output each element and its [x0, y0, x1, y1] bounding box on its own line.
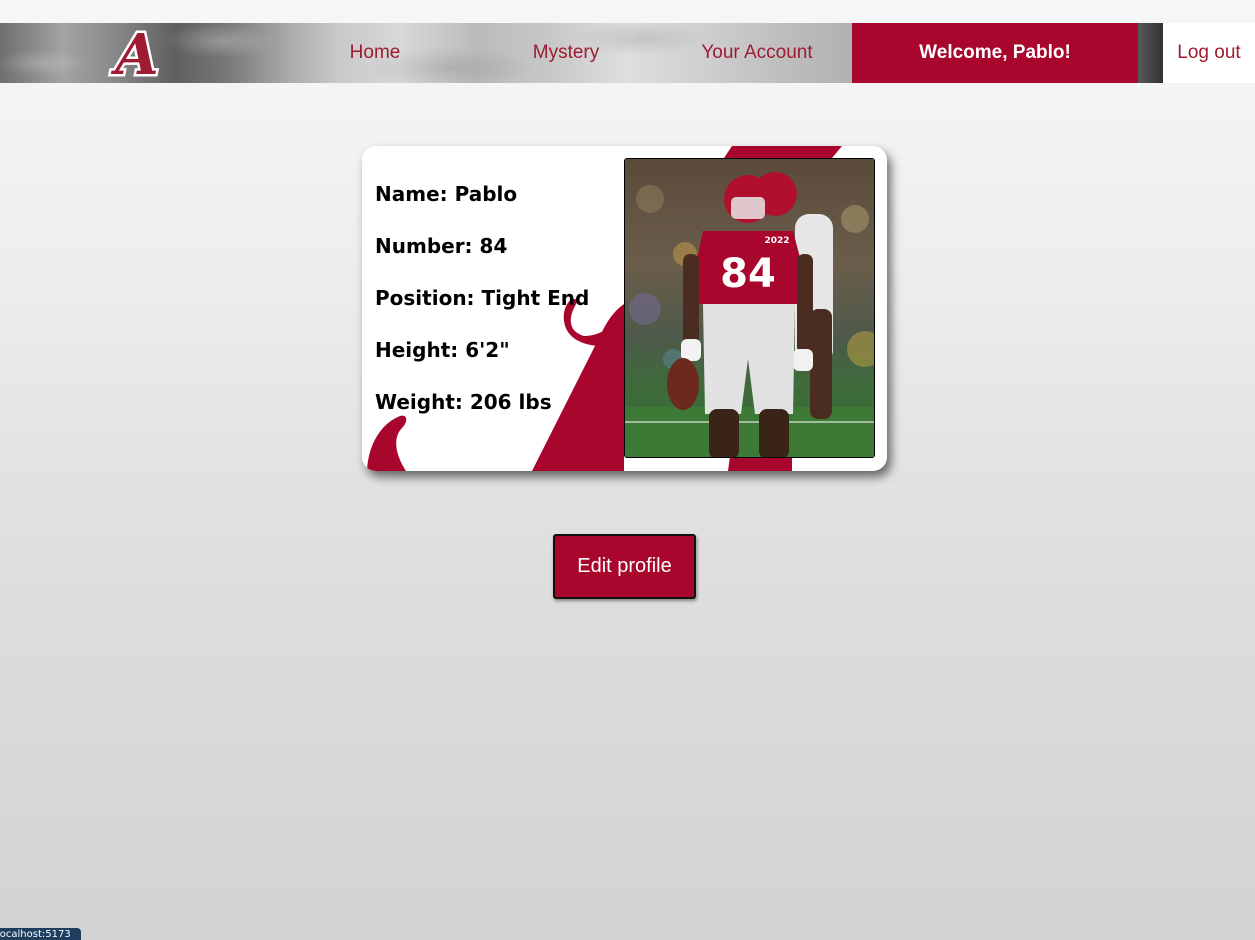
logout-button[interactable]: Log out: [1163, 23, 1255, 83]
svg-text:A: A: [110, 25, 158, 81]
nav-mystery-link[interactable]: Mystery: [491, 23, 641, 83]
edit-profile-button[interactable]: Edit profile: [553, 534, 696, 599]
profile-info: Name: Pablo Number: 84 Position: Tight E…: [375, 176, 589, 436]
status-bar-url: localhost:5173: [0, 928, 81, 940]
player-photo: 84 2022: [624, 158, 875, 458]
top-navbar: A A Home Mystery Your Account Welcome, P…: [0, 23, 1255, 83]
player-position: Position: Tight End: [375, 286, 590, 310]
svg-text:84: 84: [720, 251, 776, 297]
player-name: Name: Pablo: [375, 182, 518, 206]
profile-card: Name: Pablo Number: 84 Position: Tight E…: [362, 146, 887, 471]
nav-your-account-link[interactable]: Your Account: [672, 23, 842, 83]
player-weight: Weight: 206 lbs: [375, 390, 552, 414]
player-number: Number: 84: [375, 234, 508, 258]
player-height: Height: 6'2": [375, 338, 510, 362]
welcome-banner: Welcome, Pablo!: [852, 23, 1138, 83]
svg-text:2022: 2022: [764, 236, 789, 246]
nav-home-link[interactable]: Home: [300, 23, 450, 83]
alabama-logo-icon[interactable]: A A: [106, 25, 168, 81]
